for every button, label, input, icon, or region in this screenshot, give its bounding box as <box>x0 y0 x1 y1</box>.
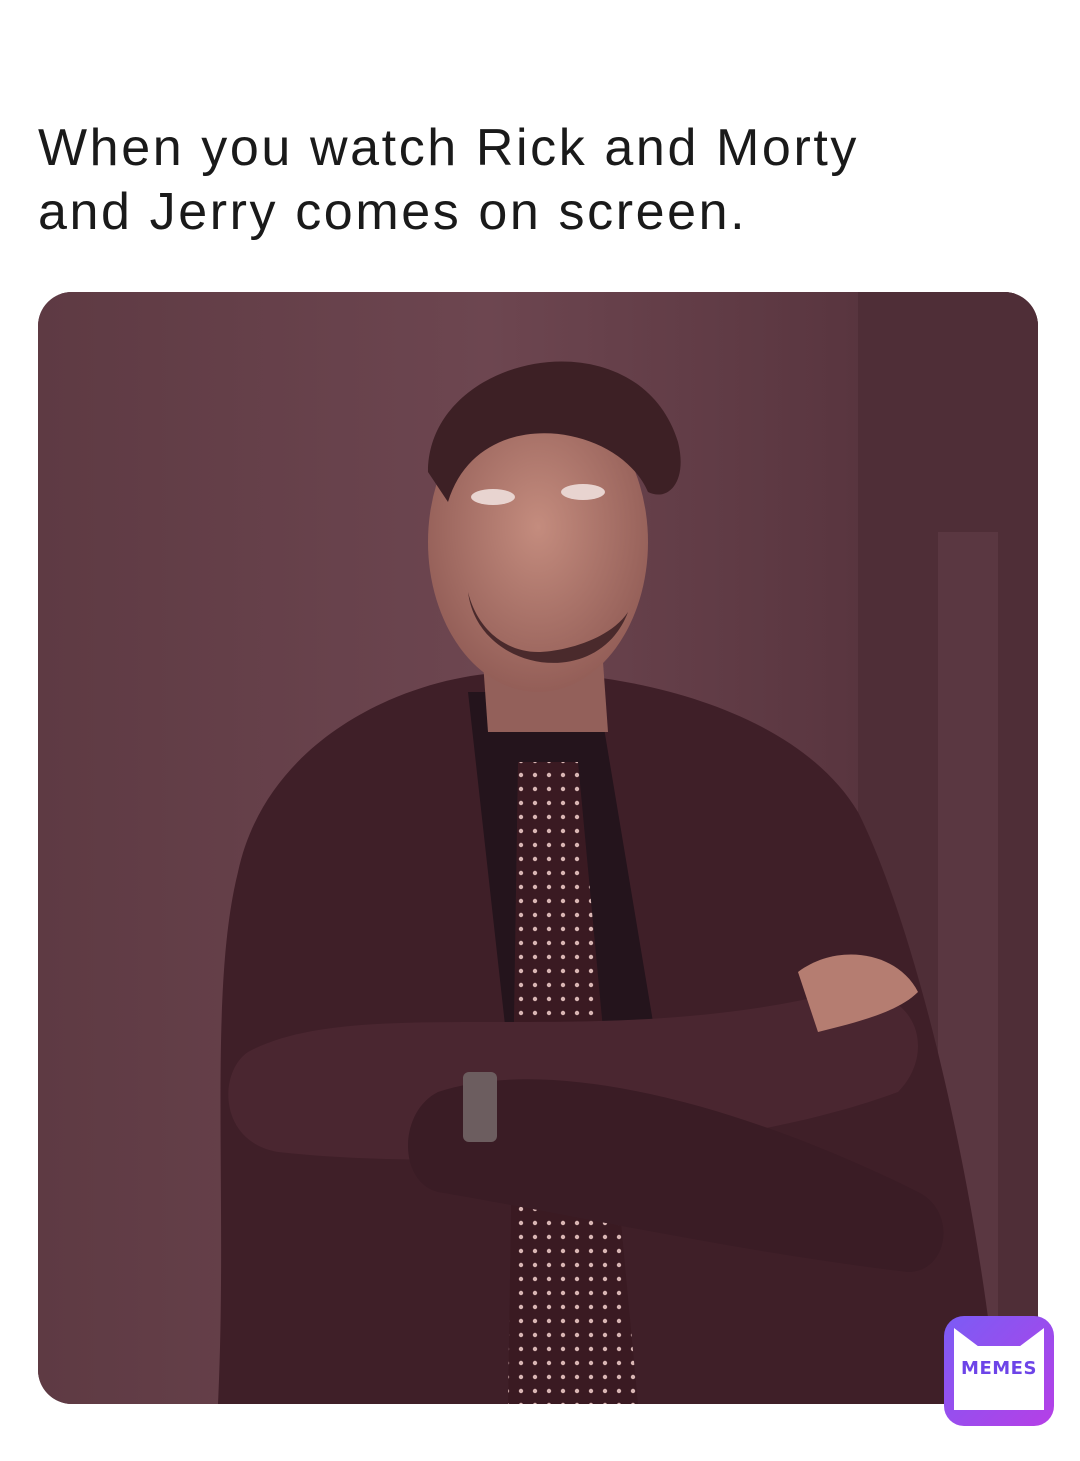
memes-logo-badge[interactable]: MEMES <box>944 1316 1054 1426</box>
meme-photo-illustration <box>38 292 1038 1404</box>
caption-line-2: and Jerry comes on screen. <box>38 183 748 241</box>
caption-line-1: When you watch Rick and Morty <box>38 119 860 177</box>
meme-photo <box>38 292 1038 1404</box>
meme-caption: When you watch Rick and Morty and Jerry c… <box>38 116 1038 244</box>
memes-logo-text: MEMES <box>961 1358 1037 1379</box>
